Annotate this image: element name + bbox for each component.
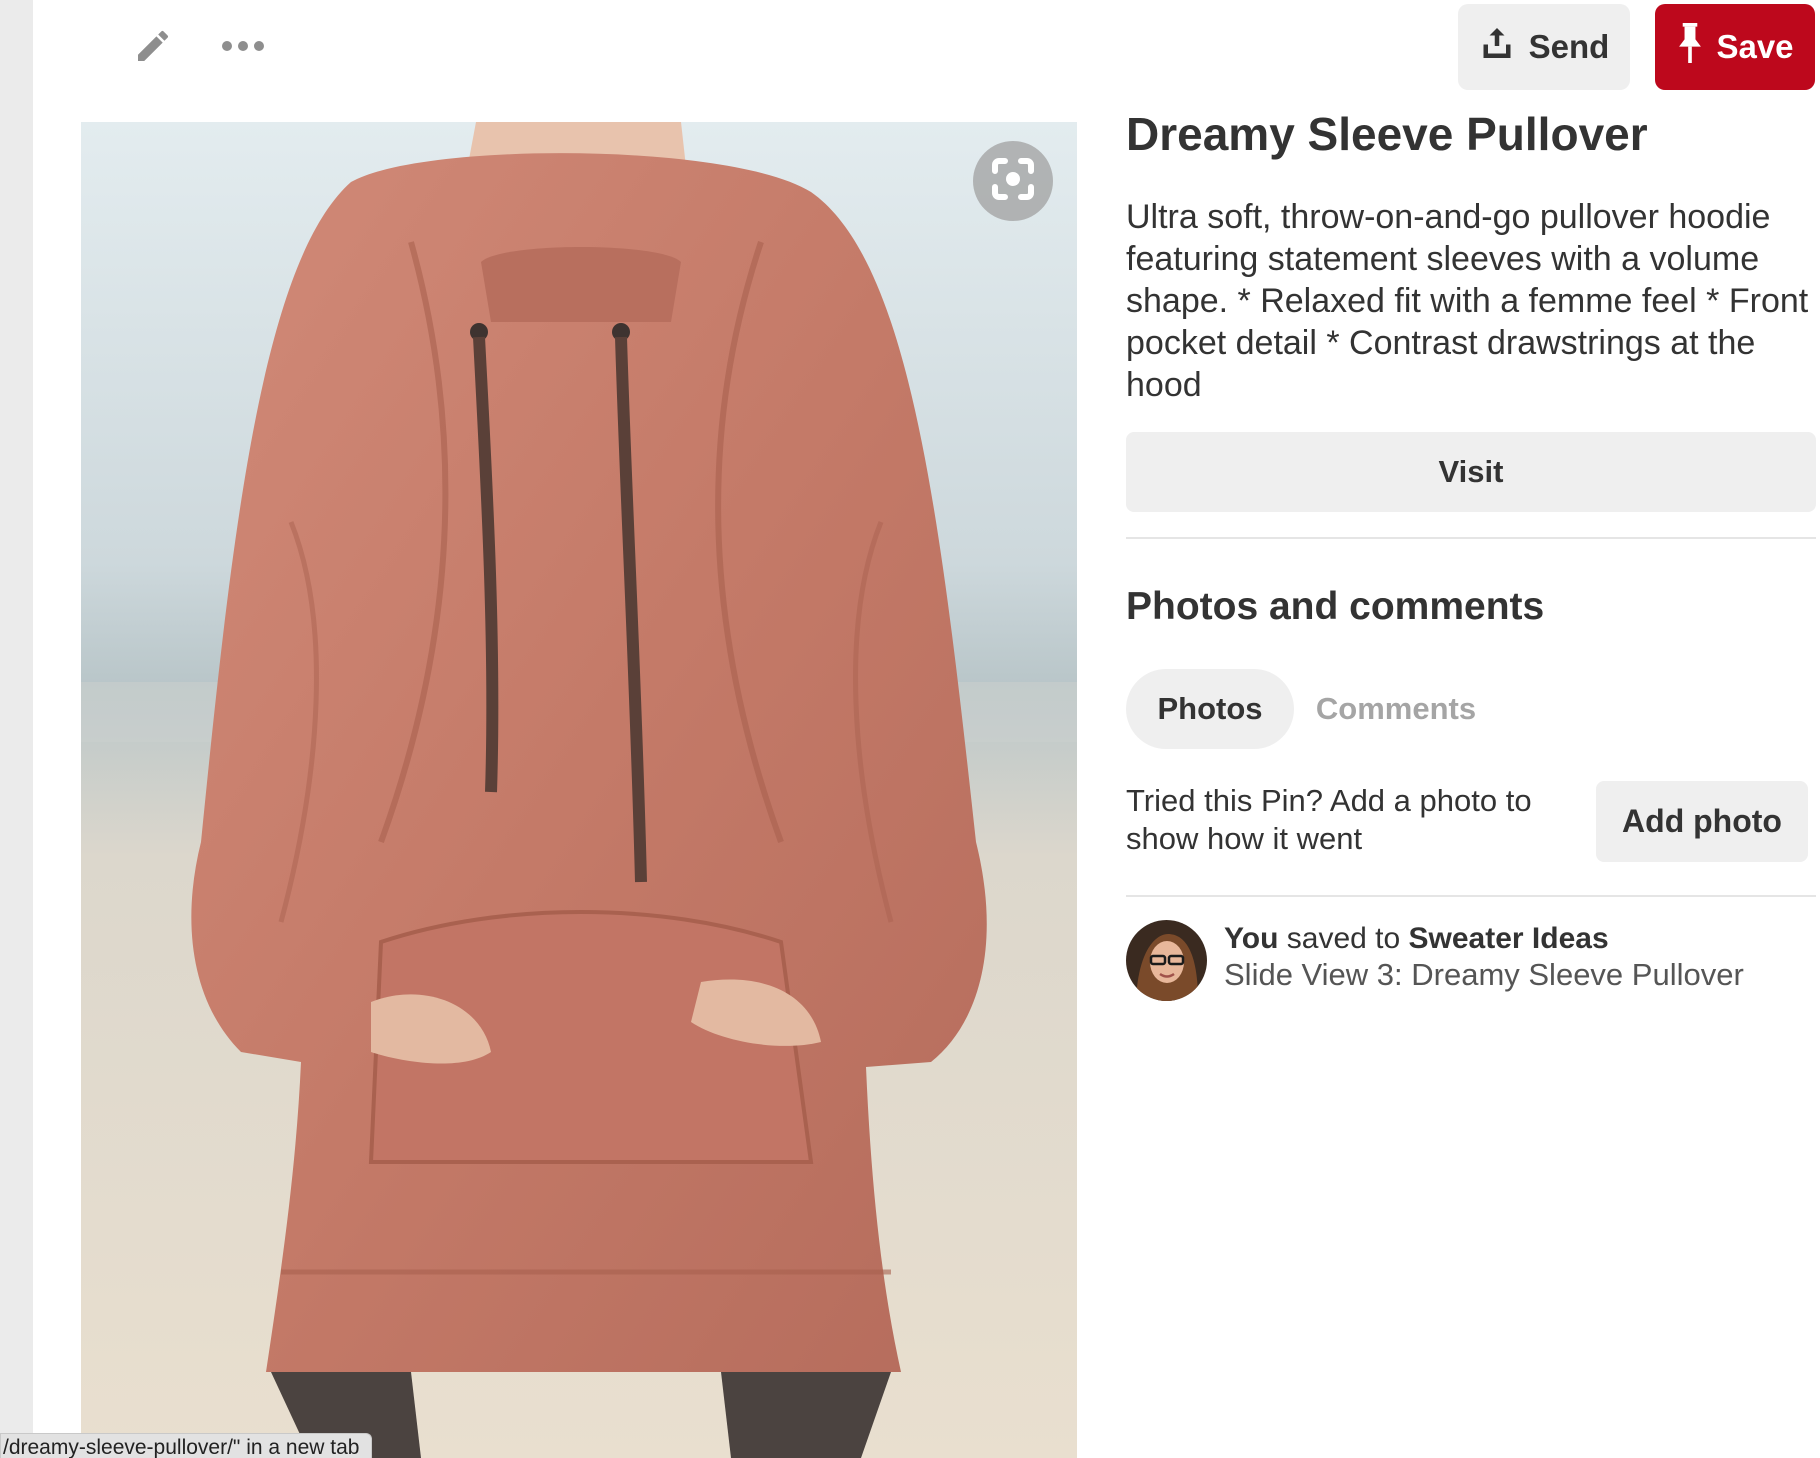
user-photo	[1126, 920, 1207, 1001]
saved-activity: You saved to Sweater Ideas	[1224, 920, 1609, 958]
tab-photos[interactable]: Photos	[1126, 669, 1294, 749]
pin-closeup-page: Send Save Dreamy Sleeve Pullover Ultra s…	[0, 0, 1820, 1458]
ellipsis-icon	[221, 39, 265, 57]
send-label: Send	[1528, 28, 1610, 65]
visual-search-icon	[991, 157, 1035, 206]
left-gutter	[0, 0, 33, 1458]
divider	[1126, 537, 1816, 539]
board-link[interactable]: Sweater Ideas	[1409, 922, 1609, 955]
pullover-photo	[81, 122, 1077, 1458]
photos-comments-heading: Photos and comments	[1126, 585, 1545, 628]
pencil-icon	[133, 26, 173, 71]
link-status-bar: /dreamy-sleeve-pullover/" in a new tab	[0, 1433, 373, 1458]
visit-button[interactable]: Visit	[1126, 432, 1816, 512]
tab-photos-label: Photos	[1157, 691, 1263, 726]
send-button[interactable]: Send	[1458, 4, 1630, 90]
pushpin-icon	[1676, 23, 1704, 71]
save-label: Save	[1716, 28, 1794, 65]
avatar[interactable]	[1126, 920, 1207, 1001]
more-options-button[interactable]	[208, 18, 278, 78]
save-button[interactable]: Save	[1655, 4, 1815, 90]
visual-search-button[interactable]	[973, 141, 1053, 221]
tab-comments[interactable]: Comments	[1310, 669, 1482, 749]
divider	[1126, 895, 1816, 897]
share-upload-icon	[1479, 25, 1515, 69]
visit-label: Visit	[1438, 454, 1504, 489]
pin-image[interactable]	[81, 122, 1077, 1458]
activity-actor: You	[1224, 922, 1279, 955]
edit-button[interactable]	[123, 18, 183, 78]
tried-pin-prompt: Tried this Pin? Add a photo to show how …	[1126, 783, 1532, 856]
saved-pin-title: Slide View 3: Dreamy Sleeve Pullover	[1224, 957, 1744, 992]
activity-verb: saved to	[1278, 922, 1409, 955]
add-photo-button[interactable]: Add photo	[1596, 781, 1808, 862]
pin-title: Dreamy Sleeve Pullover	[1126, 108, 1648, 160]
pin-description: Ultra soft, throw-on-and-go pullover hoo…	[1126, 198, 1809, 404]
add-photo-label: Add photo	[1622, 803, 1782, 839]
tab-comments-label: Comments	[1315, 691, 1477, 726]
